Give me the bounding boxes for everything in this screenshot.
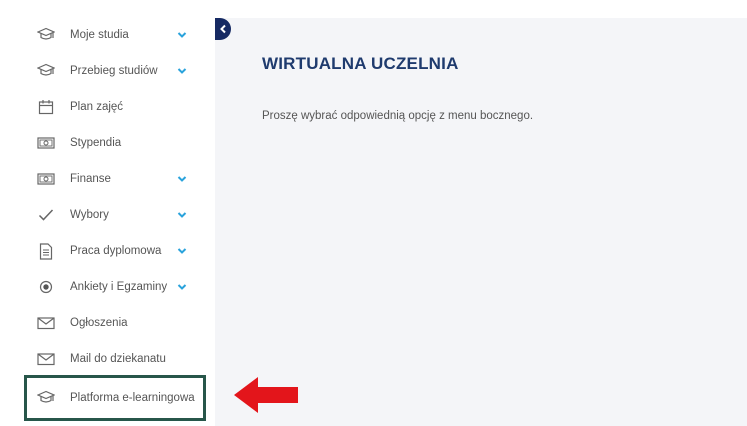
- sidebar-item-label: Ankiety i Egzaminy: [70, 281, 168, 293]
- sidebar-item-mail-do-dziekanatu[interactable]: Mail do dziekanatu: [24, 344, 204, 374]
- chevron-down-icon[interactable]: [176, 281, 188, 293]
- sidebar-item-przebieg-studiow[interactable]: Przebieg studiów: [24, 56, 204, 86]
- graduation-cap-icon: [37, 62, 55, 80]
- sidebar-item-label: Przebieg studiów: [70, 65, 158, 77]
- sidebar-item-label: Ogłoszenia: [70, 317, 128, 329]
- envelope-icon: [37, 350, 55, 368]
- sidebar: Moje studia Przebieg studiów Plan zajęć …: [0, 0, 215, 426]
- sidebar-item-wybory[interactable]: Wybory: [24, 200, 204, 230]
- chevron-down-icon[interactable]: [176, 209, 188, 221]
- sidebar-item-finanse[interactable]: Finanse: [24, 164, 204, 194]
- arrow-left-icon: [234, 377, 298, 413]
- chevron-down-icon[interactable]: [176, 173, 188, 185]
- sidebar-item-label: Praca dyplomowa: [70, 245, 162, 257]
- sidebar-item-ankiety-i-egzaminy[interactable]: Ankiety i Egzaminy: [24, 272, 204, 302]
- sidebar-item-stypendia[interactable]: Stypendia: [24, 128, 204, 158]
- sidebar-item-label: Mail do dziekanatu: [70, 353, 166, 365]
- chevron-down-icon[interactable]: [176, 245, 188, 257]
- chevron-left-icon: [219, 24, 226, 34]
- sidebar-item-plan-zajec[interactable]: Plan zajęć: [24, 92, 204, 122]
- document-icon: [37, 242, 55, 260]
- sidebar-item-label: Moje studia: [70, 29, 129, 41]
- chevron-down-icon[interactable]: [176, 29, 188, 41]
- graduation-cap-icon: [37, 26, 55, 44]
- calendar-icon: [37, 98, 55, 116]
- sidebar-item-moje-studia[interactable]: Moje studia: [24, 20, 204, 50]
- envelope-icon: [37, 314, 55, 332]
- sidebar-item-label: Plan zajęć: [70, 101, 124, 113]
- radio-icon: [37, 278, 55, 296]
- checkmark-icon: [37, 206, 55, 224]
- money-icon: [37, 134, 55, 152]
- sidebar-item-ogloszenia[interactable]: Ogłoszenia: [24, 308, 204, 338]
- main-content: [215, 18, 747, 426]
- sidebar-item-label: Wybory: [70, 209, 109, 221]
- page-message: Proszę wybrać odpowiednią opcję z menu b…: [262, 110, 534, 122]
- page-title: WIRTUALNA UCZELNIA: [262, 54, 459, 73]
- sidebar-item-label: Finanse: [70, 173, 111, 185]
- sidebar-item-label: Stypendia: [70, 137, 122, 149]
- chevron-down-icon[interactable]: [176, 65, 188, 77]
- highlight-box: [24, 375, 206, 421]
- money-icon: [37, 170, 55, 188]
- sidebar-item-praca-dyplomowa[interactable]: Praca dyplomowa: [24, 236, 204, 266]
